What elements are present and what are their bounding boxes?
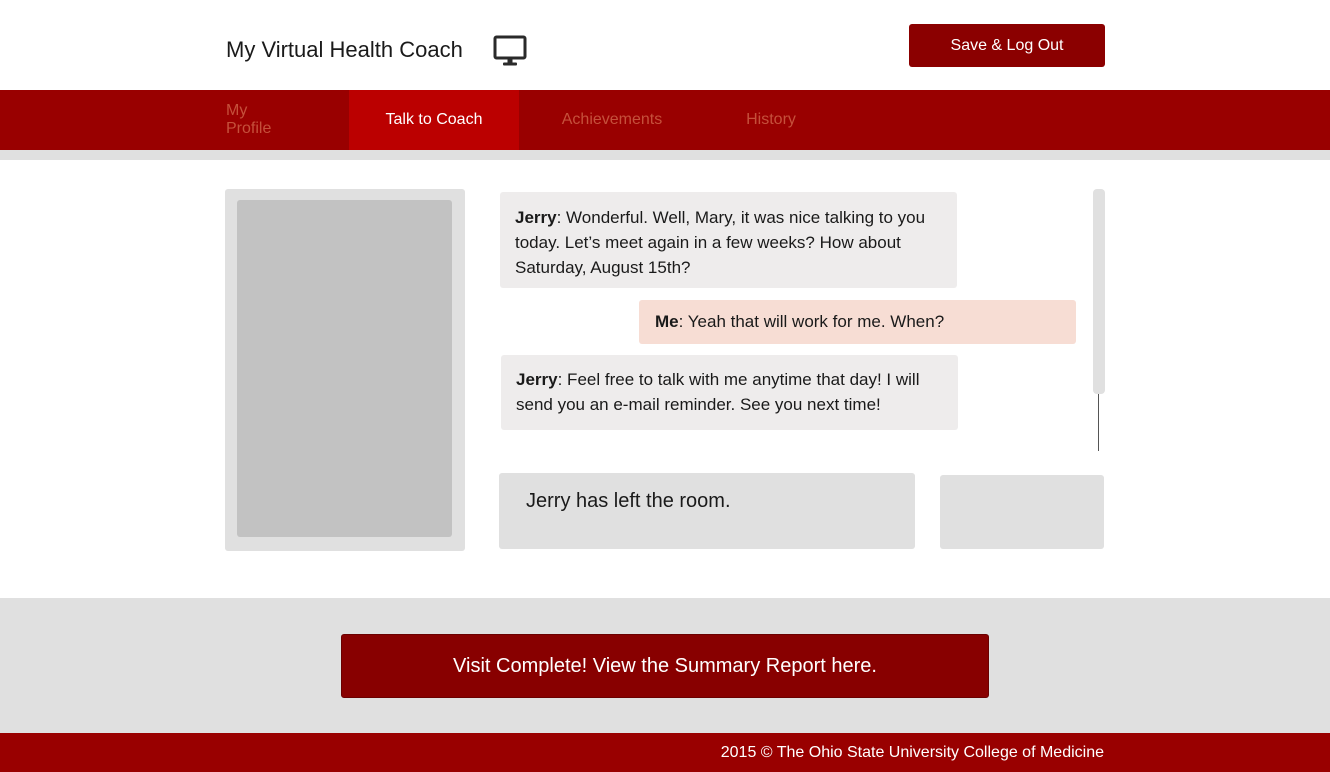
chat-status-text: Jerry has left the room.: [526, 490, 731, 512]
chat-log[interactable]: Jerry: Wonderful. Well, Mary, it was nic…: [490, 189, 1090, 454]
tab-history[interactable]: History: [740, 90, 802, 150]
chat-status-box: Jerry has left the room.: [499, 473, 915, 549]
app-title: My Virtual Health Coach: [226, 37, 463, 62]
footer: 2015 © The Ohio State University College…: [0, 733, 1330, 772]
message-text: : Yeah that will work for me. When?: [678, 312, 945, 331]
chat-message-coach: Jerry: Feel free to talk with me anytime…: [501, 355, 958, 430]
send-button[interactable]: [940, 475, 1104, 549]
message-text: : Feel free to talk with me anytime that…: [516, 370, 920, 414]
monitor-icon: [493, 35, 527, 66]
message-speaker: Jerry: [516, 370, 558, 389]
coach-avatar: [237, 200, 452, 537]
copyright-text: 2015 © The Ohio State University College…: [720, 744, 1104, 761]
nav-divider: [0, 150, 1330, 160]
coach-avatar-panel: [225, 189, 465, 551]
chat-scrollbar[interactable]: [1093, 189, 1105, 394]
header: My Virtual Health Coach Save & Log Out: [0, 0, 1330, 90]
chat-message-user: Me: Yeah that will work for me. When?: [639, 300, 1076, 344]
view-summary-report-button[interactable]: Visit Complete! View the Summary Report …: [341, 634, 989, 698]
message-text: : Wonderful. Well, Mary, it was nice tal…: [515, 208, 926, 277]
chat-scrollbar-line: [1098, 394, 1099, 451]
message-speaker: Me: [655, 312, 679, 331]
tab-talk-to-coach[interactable]: Talk to Coach: [349, 90, 519, 150]
save-and-logout-button[interactable]: Save & Log Out: [909, 24, 1105, 67]
tab-my-profile[interactable]: My Profile: [226, 90, 296, 150]
tab-achievements[interactable]: Achievements: [556, 90, 668, 150]
message-speaker: Jerry: [515, 208, 557, 227]
chat-message-coach: Jerry: Wonderful. Well, Mary, it was nic…: [500, 192, 957, 288]
main-nav: My Profile Talk to Coach Achievements Hi…: [0, 90, 1330, 150]
